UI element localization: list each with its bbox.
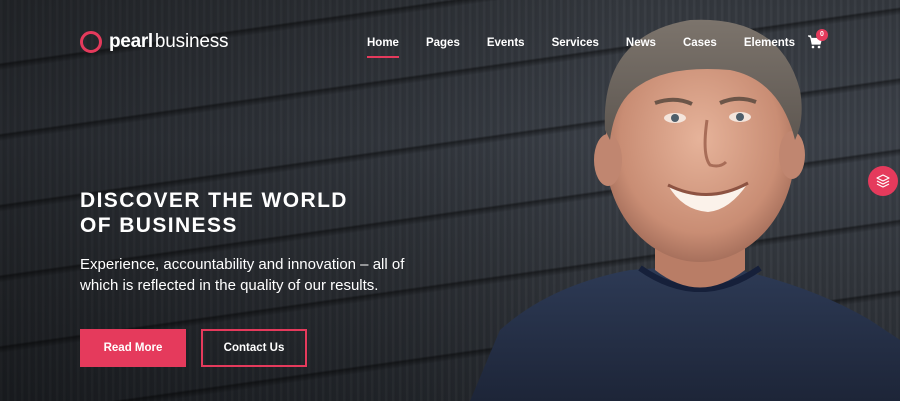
nav-item-cases[interactable]: Cases	[683, 37, 717, 59]
hero-subtitle: Experience, accountability and innovatio…	[80, 256, 405, 294]
logo-text-light: business	[154, 31, 229, 52]
site-header: pearl business Home Pages Events Service…	[0, 0, 900, 86]
ring-logo-icon	[80, 31, 102, 53]
cart-count-badge: 0	[816, 29, 828, 41]
contact-us-button[interactable]: Contact Us	[201, 329, 307, 367]
read-more-button[interactable]: Read More	[80, 329, 186, 367]
hero-content: DISCOVER THE WORLD OF BUSINESS Experienc…	[80, 188, 420, 296]
hero-section: pearl business Home Pages Events Service…	[0, 0, 900, 401]
hero-title: DISCOVER THE WORLD OF BUSINESS	[80, 188, 420, 238]
hero-buttons: Read More Contact Us	[80, 329, 307, 367]
main-navigation: Home Pages Events Services News Cases El…	[367, 37, 822, 59]
hero-title-line2: OF BUSINESS	[80, 214, 238, 237]
nav-item-services[interactable]: Services	[552, 37, 599, 59]
logo-text-bold: pearl	[109, 31, 153, 52]
nav-item-elements[interactable]: Elements	[744, 37, 795, 59]
nav-item-news[interactable]: News	[626, 37, 656, 59]
nav-item-home[interactable]: Home	[367, 37, 399, 59]
nav-item-events[interactable]: Events	[487, 37, 525, 59]
layers-icon	[876, 174, 890, 188]
hero-title-line1: DISCOVER THE WORLD	[80, 189, 348, 212]
site-logo[interactable]: pearl business	[80, 31, 229, 53]
layers-button[interactable]	[868, 166, 898, 196]
nav-item-pages[interactable]: Pages	[426, 37, 460, 59]
